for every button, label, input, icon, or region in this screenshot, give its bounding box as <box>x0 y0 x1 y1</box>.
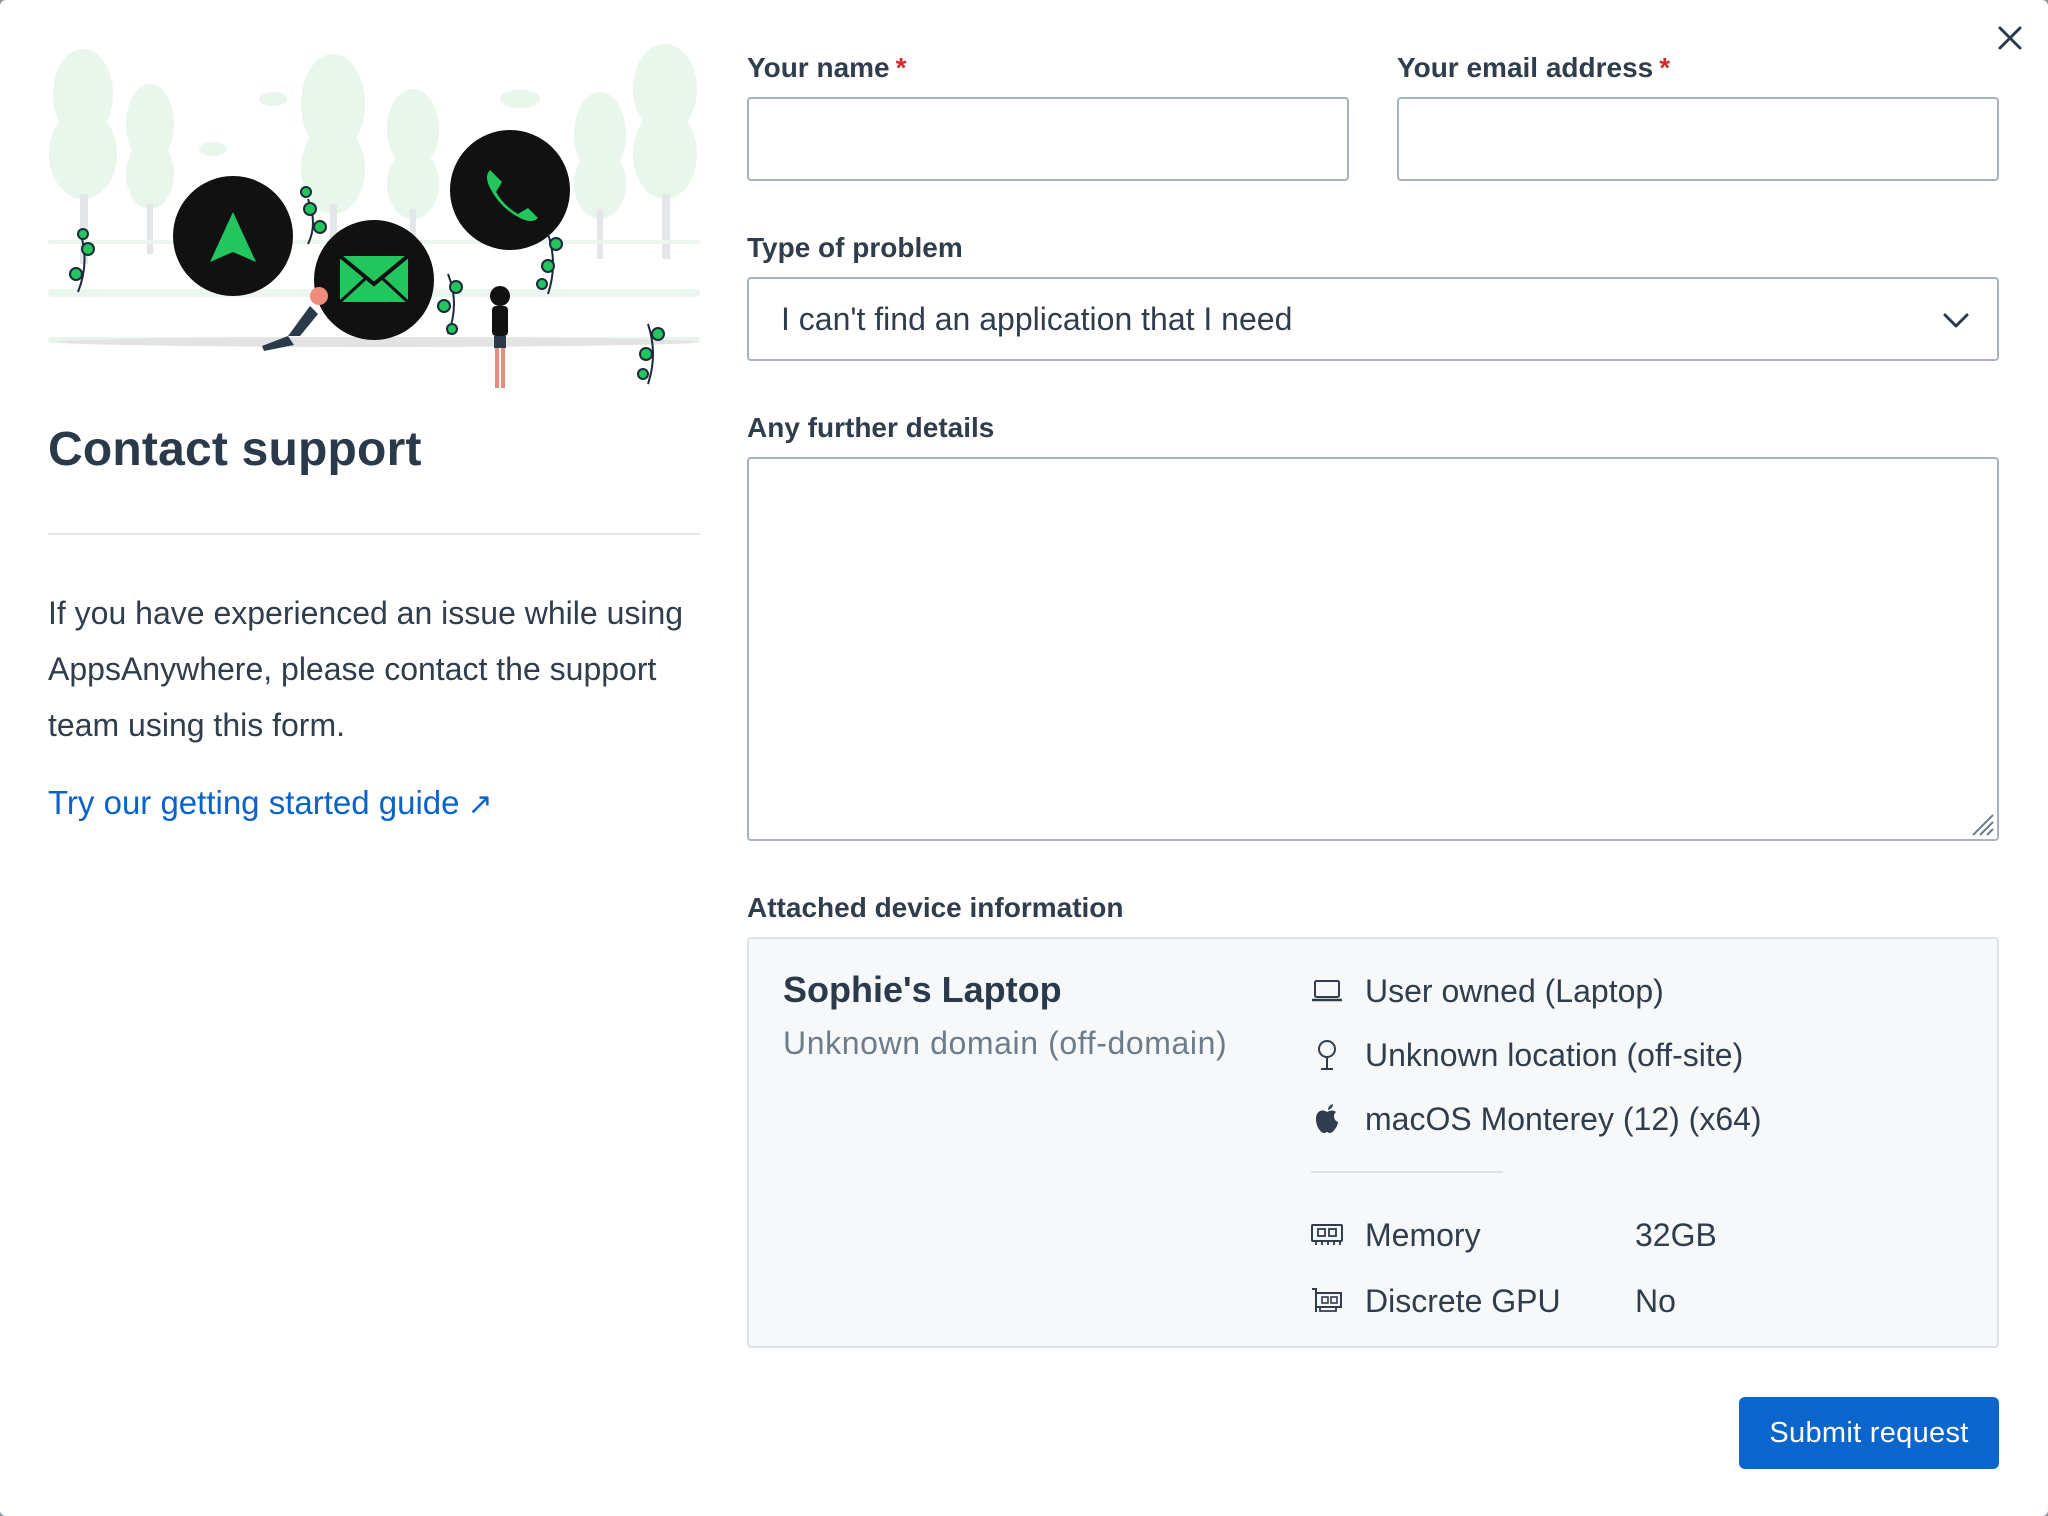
device-ownership: User owned (Laptop) <box>1365 972 1664 1009</box>
title-divider <box>48 533 700 535</box>
chevron-down-icon <box>1943 313 1969 328</box>
problem-type-label: Type of problem <box>747 232 963 263</box>
device-ownership-row: User owned (Laptop) <box>1309 969 1664 1013</box>
support-illustration <box>48 44 700 388</box>
memory-value: 32GB <box>1635 1216 1717 1253</box>
memory-icon <box>1309 1217 1345 1253</box>
details-textarea[interactable] <box>747 457 1999 841</box>
email-label-text: Your email address <box>1397 52 1654 83</box>
name-label-text: Your name <box>747 52 890 83</box>
resize-handle-icon[interactable] <box>1969 811 1995 837</box>
laptop-icon <box>1309 973 1345 1009</box>
device-domain: Unknown domain (off-domain) <box>783 1025 1228 1061</box>
memory-row: Memory 32GB <box>1309 1213 1717 1257</box>
device-info-label: Attached device information <box>747 892 1124 923</box>
details-label: Any further details <box>747 412 995 443</box>
gpu-value: No <box>1635 1282 1676 1319</box>
gpu-icon <box>1309 1283 1345 1319</box>
required-marker: * <box>895 52 907 83</box>
memory-label: Memory <box>1365 1216 1481 1253</box>
device-os: macOS Monterey (12) (x64) <box>1365 1100 1762 1137</box>
apple-icon <box>1309 1101 1345 1137</box>
gpu-label: Discrete GPU <box>1365 1282 1561 1319</box>
device-os-row: macOS Monterey (12) (x64) <box>1309 1097 1762 1141</box>
email-label: Your email address * <box>1397 52 1670 84</box>
close-button[interactable] <box>1990 18 2030 58</box>
contact-support-modal: Contact support If you have experienced … <box>0 0 2048 1516</box>
page-title: Contact support <box>48 423 422 476</box>
device-location: Unknown location (off-site) <box>1365 1036 1744 1073</box>
close-icon <box>1998 26 2022 50</box>
submit-request-button[interactable]: Submit request <box>1739 1397 1999 1469</box>
location-pin-icon <box>1309 1037 1345 1073</box>
problem-type-select[interactable]: I can't find an application that I need <box>747 277 1999 361</box>
device-info-panel: Sophie's Laptop Unknown domain (off-doma… <box>747 937 1999 1348</box>
gpu-row: Discrete GPU No <box>1309 1279 1676 1323</box>
intro-text: If you have experienced an issue while u… <box>48 595 684 743</box>
getting-started-guide-link[interactable]: Try our getting started guide ↗ <box>48 784 493 822</box>
external-arrow-icon: ↗ <box>467 788 493 821</box>
device-divider <box>1311 1171 1503 1173</box>
email-field[interactable] <box>1397 97 1999 181</box>
required-marker: * <box>1659 52 1671 83</box>
problem-type-selected-value: I can't find an application that I need <box>781 301 1293 337</box>
device-name: Sophie's Laptop <box>783 969 1062 1010</box>
name-label: Your name * <box>747 52 907 84</box>
guide-link-label: Try our getting started guide <box>48 784 460 821</box>
name-field[interactable] <box>747 97 1349 181</box>
device-location-row: Unknown location (off-site) <box>1309 1033 1743 1077</box>
